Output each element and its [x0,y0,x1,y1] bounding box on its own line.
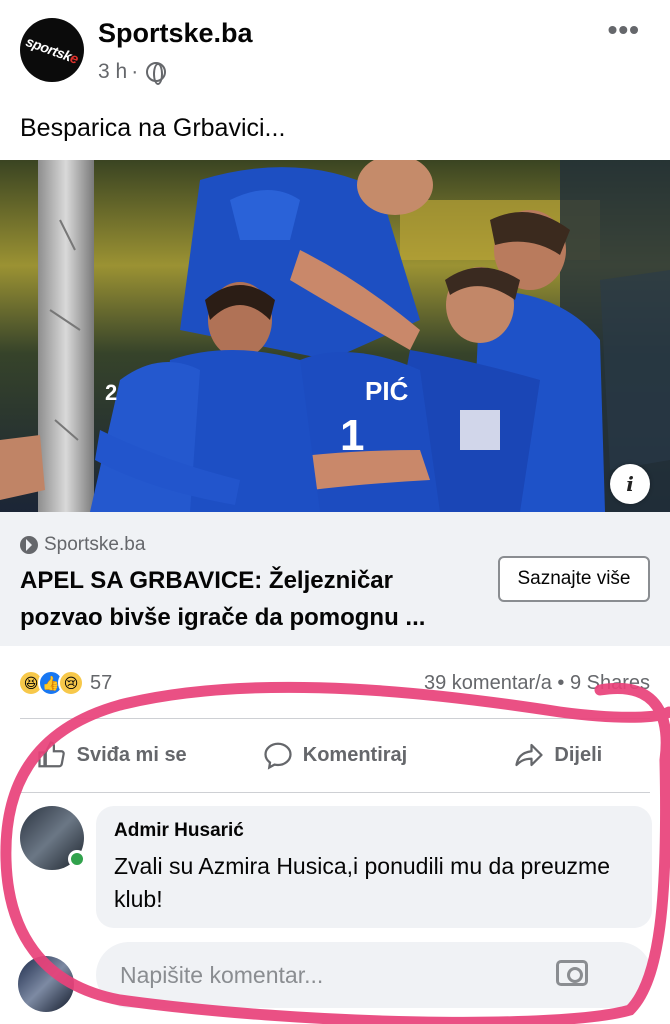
share-button[interactable]: Dijeli [447,722,670,788]
meta-separator: · [131,60,139,83]
divider [20,718,650,719]
comment-text: Zvali su Azmira Husica,i ponudili mu da … [114,853,610,912]
reactions-summary[interactable]: 😆 👍 😢 57 [18,670,112,696]
post-header: sportske Sportske.ba 3 h · ••• [0,0,670,100]
jersey-number: 2 [105,380,117,405]
comment-bubble[interactable]: Admir Husarić Zvali su Azmira Husica,i p… [96,806,652,928]
page-avatar-logo: sportske [23,33,81,67]
comment-button[interactable]: Komentiraj [223,722,446,788]
info-icon[interactable]: i [610,464,650,504]
page-avatar[interactable]: sportske [20,18,84,82]
post-actions: Sviđa mi se Komentiraj Dijeli [0,722,670,788]
post-time[interactable]: 3 h [98,60,127,84]
link-domain-text: Sportske.ba [44,534,146,555]
share-label: Dijeli [554,743,603,766]
like-button[interactable]: Sviđa mi se [0,722,223,788]
share-icon [515,743,544,767]
comment-label: Komentiraj [302,743,408,766]
post-meta: 3 h · [98,60,167,85]
online-status-icon [68,850,86,868]
link-domain: Sportske.ba [20,534,145,556]
comment-author[interactable]: Admir Husarić [114,820,634,842]
page-name[interactable]: Sportske.ba [98,18,253,49]
current-user-avatar [18,956,74,1012]
post-text: Besparica na Grbavici... [20,114,286,142]
comment-icon [264,742,292,770]
post-photo[interactable]: PIĆ 1 2 i [0,160,670,512]
link-preview[interactable]: Sportske.ba APEL SA GRBAVICE: Željezniča… [0,512,670,646]
globe-icon [146,62,167,85]
camera-icon[interactable] [556,960,588,986]
jersey-text: PIĆ [365,376,409,406]
comment-composer [0,942,670,1012]
comments-shares-count[interactable]: 39 komentar/a • 9 Shares [424,672,650,695]
like-label: Sviđa mi se [76,743,187,766]
more-options-icon[interactable]: ••• [608,14,640,46]
divider [20,792,650,793]
post-stats: 😆 👍 😢 57 39 komentar/a • 9 Shares [0,660,670,706]
link-title[interactable]: APEL SA GRBAVICE: Željezničar pozvao biv… [20,562,480,636]
thumbs-up-icon [38,741,65,768]
reaction-count: 57 [90,671,113,694]
learn-more-button[interactable]: Saznajte više [498,556,650,602]
link-source-icon [20,536,38,554]
football-celebration-image: PIĆ 1 2 [0,160,670,512]
sad-icon: 😢 [58,670,84,696]
